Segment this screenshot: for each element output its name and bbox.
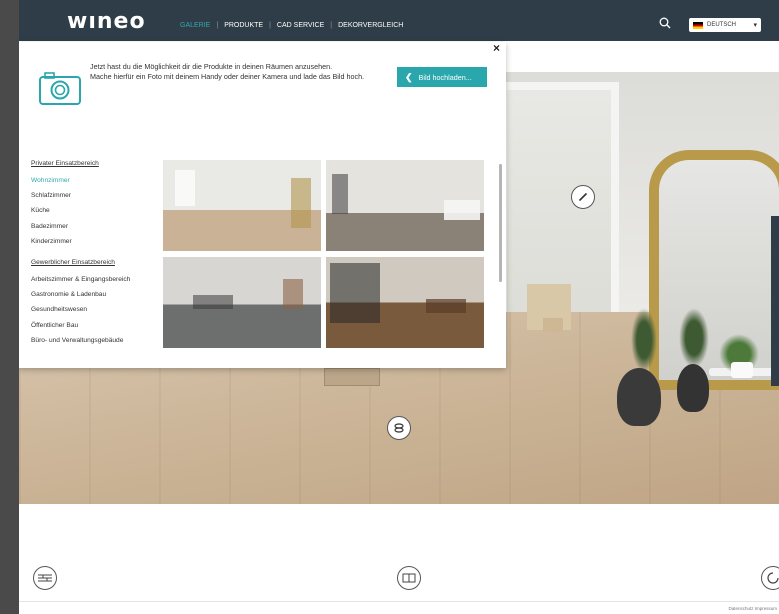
page-footer: Datenschutz Impressum (19, 601, 779, 614)
compare-button[interactable] (397, 566, 421, 590)
top-navigation-bar: wıneo GALERIE | PRODUKTE | CAD SERVICE |… (19, 0, 779, 41)
camera-icon (39, 72, 81, 105)
thumbnail-shelf (332, 174, 348, 214)
nav-item-galerie[interactable]: GALERIE (174, 22, 216, 29)
category-wohnzimmer[interactable]: Wohnzimmer (31, 173, 161, 188)
category-kueche[interactable]: Küche (31, 203, 161, 218)
floor-pattern-button[interactable] (33, 566, 57, 590)
room-thumbnail[interactable] (163, 160, 321, 251)
chevron-left-icon: ❮ (405, 71, 413, 82)
info-line-2: Mache hierfür ein Foto mit deinem Handy … (90, 72, 365, 82)
main-nav: GALERIE | PRODUKTE | CAD SERVICE | DEKOR… (174, 22, 409, 29)
footer-links[interactable]: Datenschutz Impressum (728, 606, 777, 611)
thumbnail-sofa (444, 200, 480, 220)
reset-view-button[interactable] (761, 566, 779, 590)
side-panel-tab[interactable] (771, 216, 779, 386)
rotate-floor-button[interactable] (387, 416, 411, 440)
category-oeffentlicher-bau[interactable]: Öffentlicher Bau (31, 318, 161, 333)
chevron-down-icon: ▾ (753, 22, 757, 29)
category-gastronomie[interactable]: Gastronomie & Ladenbau (31, 287, 161, 302)
info-line-1: Jetzt hast du die Möglichkeit dir die Pr… (90, 62, 333, 71)
language-label: DEUTSCH (707, 22, 737, 28)
room-thumbnail[interactable] (326, 257, 484, 348)
category-schlafzimmer[interactable]: Schlafzimmer (31, 188, 161, 203)
thumbnail-lamp (283, 279, 303, 309)
refresh-icon (767, 572, 779, 584)
compare-icon (402, 573, 416, 583)
app-frame: wıneo GALERIE | PRODUKTE | CAD SERVICE |… (19, 0, 779, 614)
category-gesundheitswesen[interactable]: Gesundheitswesen (31, 302, 161, 317)
nav-item-produkte[interactable]: PRODUKTE (218, 22, 269, 29)
room-plant (631, 308, 657, 372)
thumbnail-desk (426, 299, 466, 313)
language-select[interactable]: DEUTSCH ▾ (689, 18, 761, 32)
room-pot (731, 362, 753, 378)
edit-wall-button[interactable] (571, 185, 595, 209)
brick-pattern-icon (38, 574, 52, 582)
private-area-heading: Privater Einsatzbereich (31, 160, 99, 167)
thumbnail-bookshelf (330, 263, 380, 323)
upload-image-button[interactable]: ❮ Bild hochladen... (397, 67, 487, 87)
category-arbeitszimmer[interactable]: Arbeitszimmer & Eingangsbereich (31, 272, 161, 287)
category-kinderzimmer[interactable]: Kinderzimmer (31, 234, 161, 249)
thumbnail-window (175, 170, 195, 206)
rotate-icon (394, 423, 404, 433)
search-icon[interactable] (659, 17, 671, 29)
wineo-logo[interactable]: wıneo (67, 9, 146, 34)
nav-item-cad-service[interactable]: CAD SERVICE (271, 22, 330, 29)
upload-info-text: Jetzt hast du die Möglichkeit dir die Pr… (90, 62, 395, 83)
thumbnail-sofa (193, 295, 233, 309)
category-list: Privater Einsatzbereich Wohnzimmer Schla… (31, 160, 161, 348)
upload-label: Bild hochladen... (418, 72, 472, 82)
room-vase (617, 368, 661, 426)
scrollbar[interactable] (499, 164, 502, 282)
nav-item-dekorvergleich[interactable]: DEKORVERGLEICH (332, 22, 409, 29)
category-badezimmer[interactable]: Badezimmer (31, 219, 161, 234)
room-thumbnail-grid (163, 160, 484, 350)
room-box (543, 318, 563, 332)
close-icon[interactable]: × (493, 41, 500, 55)
room-mirror (649, 150, 779, 390)
room-box (324, 368, 380, 386)
pencil-icon (578, 192, 588, 202)
room-selection-popup: × Jetzt hast du die Möglichkeit dir die … (19, 41, 506, 368)
room-vase (677, 364, 709, 412)
scrollbar-thumb[interactable] (499, 164, 502, 282)
german-flag-icon (693, 21, 703, 29)
room-plant (679, 308, 709, 368)
room-thumbnail[interactable] (326, 160, 484, 251)
thumbnail-mirror (291, 178, 311, 228)
category-buero[interactable]: Büro- und Verwaltungsgebäude (31, 333, 161, 348)
room-thumbnail[interactable] (163, 257, 321, 348)
commercial-area-heading: Gewerblicher Einsatzbereich (31, 258, 115, 266)
bottom-toolbar (19, 566, 779, 592)
